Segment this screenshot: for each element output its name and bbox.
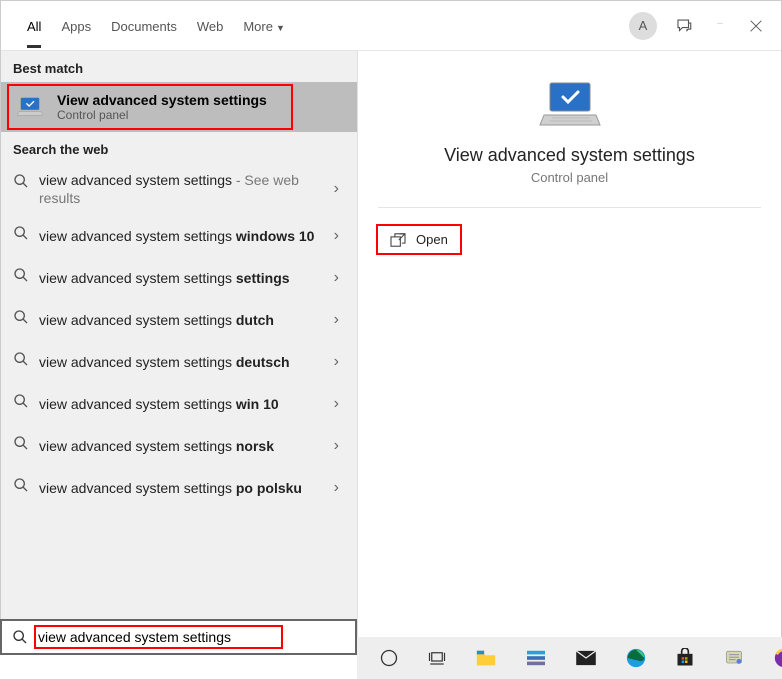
- web-result-label: view advanced system settings po polsku: [39, 479, 328, 497]
- chevron-right-icon[interactable]: ›: [328, 437, 345, 455]
- web-result-row[interactable]: view advanced system settings windows 10…: [1, 215, 357, 257]
- search-icon: [13, 435, 29, 451]
- web-result-row[interactable]: view advanced system settings dutch›: [1, 299, 357, 341]
- search-web-header: Search the web: [1, 132, 357, 163]
- chevron-right-icon[interactable]: ›: [328, 227, 345, 245]
- taskbar: [357, 637, 782, 679]
- close-icon[interactable]: [747, 17, 765, 35]
- search-icon: [12, 629, 28, 645]
- chevron-right-icon[interactable]: ›: [328, 269, 345, 287]
- tab-web[interactable]: Web: [187, 13, 234, 48]
- web-result-row[interactable]: view advanced system settings - See web …: [1, 163, 357, 215]
- tab-apps[interactable]: Apps: [51, 13, 101, 48]
- firefox-icon[interactable]: [773, 647, 782, 669]
- search-icon: [13, 351, 29, 367]
- annotation-highlight: [7, 84, 293, 130]
- chevron-right-icon[interactable]: ›: [328, 311, 345, 329]
- feedback-icon[interactable]: [675, 17, 693, 35]
- web-result-row[interactable]: view advanced system settings po polsku›: [1, 467, 357, 509]
- search-bar[interactable]: [0, 619, 357, 655]
- results-panel: Best match View advanced system settings…: [1, 51, 358, 654]
- tab-more[interactable]: More▼: [233, 13, 295, 48]
- best-match-header: Best match: [1, 51, 357, 82]
- search-icon: [13, 267, 29, 283]
- mail-icon[interactable]: [575, 647, 597, 669]
- user-avatar[interactable]: A: [629, 12, 657, 40]
- more-options-icon[interactable]: [711, 17, 729, 35]
- chevron-right-icon[interactable]: ›: [328, 353, 345, 371]
- web-result-label: view advanced system settings win 10: [39, 395, 328, 413]
- detail-panel: View advanced system settings Control pa…: [358, 51, 781, 654]
- search-icon: [13, 393, 29, 409]
- caret-down-icon: ▼: [276, 23, 285, 33]
- annotation-highlight: [376, 224, 462, 255]
- file-explorer-icon[interactable]: [475, 647, 497, 669]
- tab-documents[interactable]: Documents: [101, 13, 187, 48]
- web-result-label: view advanced system settings norsk: [39, 437, 328, 455]
- search-icon: [13, 225, 29, 241]
- web-results-list: view advanced system settings - See web …: [1, 163, 357, 509]
- tab-all[interactable]: All: [17, 13, 51, 48]
- web-result-label: view advanced system settings - See web …: [39, 171, 328, 207]
- web-result-label: view advanced system settings settings: [39, 269, 328, 287]
- chevron-right-icon[interactable]: ›: [328, 180, 345, 198]
- task-view-icon[interactable]: [427, 647, 447, 669]
- search-icon: [13, 309, 29, 325]
- search-window: All Apps Documents Web More▼ A Best matc…: [0, 0, 782, 655]
- detail-separator: [378, 207, 761, 208]
- web-result-row[interactable]: view advanced system settings deutsch›: [1, 341, 357, 383]
- web-result-row[interactable]: view advanced system settings win 10›: [1, 383, 357, 425]
- web-result-label: view advanced system settings windows 10: [39, 227, 328, 245]
- detail-subtitle: Control panel: [531, 170, 608, 185]
- annotation-highlight: [34, 625, 283, 649]
- detail-control-panel-icon: [538, 81, 602, 129]
- web-result-row[interactable]: view advanced system settings norsk›: [1, 425, 357, 467]
- best-match-result[interactable]: View advanced system settings Control pa…: [1, 82, 357, 132]
- app-icon-1[interactable]: [525, 647, 547, 669]
- web-result-row[interactable]: view advanced system settings settings›: [1, 257, 357, 299]
- chevron-right-icon[interactable]: ›: [328, 395, 345, 413]
- search-icon: [13, 477, 29, 493]
- edge-icon[interactable]: [625, 647, 647, 669]
- body: Best match View advanced system settings…: [1, 51, 781, 654]
- search-icon: [13, 173, 29, 189]
- web-result-label: view advanced system settings deutsch: [39, 353, 328, 371]
- header-tabs: All Apps Documents Web More▼ A: [1, 1, 781, 51]
- web-result-label: view advanced system settings dutch: [39, 311, 328, 329]
- detail-title: View advanced system settings: [444, 145, 695, 166]
- store-icon[interactable]: [675, 647, 695, 669]
- open-button[interactable]: Open: [380, 226, 458, 253]
- chevron-right-icon[interactable]: ›: [328, 479, 345, 497]
- cortana-icon[interactable]: [379, 647, 399, 669]
- app-icon-2[interactable]: [723, 647, 745, 669]
- header-right: A: [629, 12, 765, 50]
